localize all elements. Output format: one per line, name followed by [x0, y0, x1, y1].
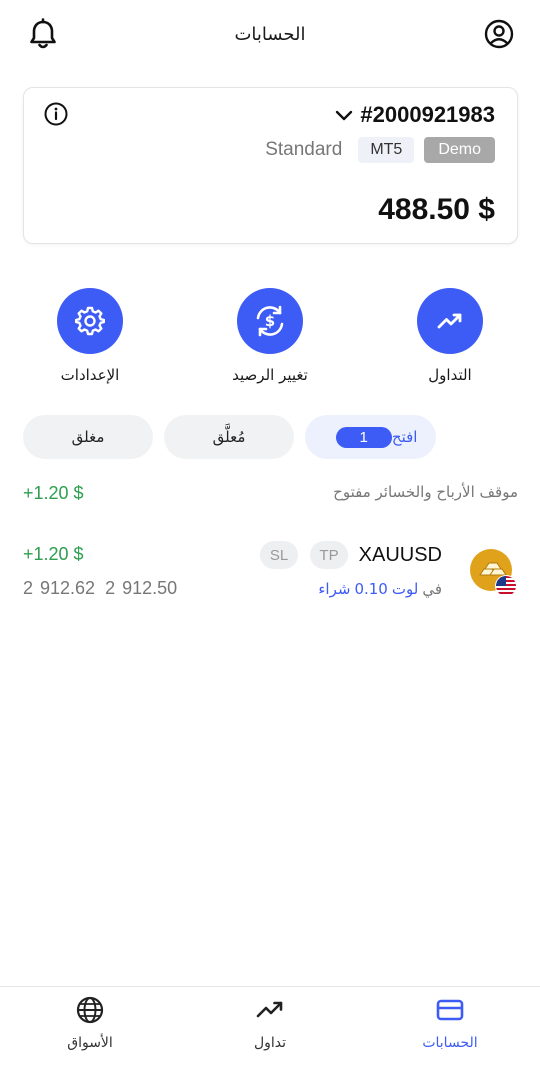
trade-action-button[interactable]: التداول [390, 288, 510, 384]
open-pnl-value: +1.20 $ [23, 483, 84, 503]
position-volume: 0.10 [354, 580, 388, 598]
open-pnl-label: موقف الأرباح والخسائر مفتوح [333, 483, 518, 501]
tab-trade-label: تداول [253, 1035, 287, 1051]
gold-bars-icon [470, 548, 518, 598]
open-pnl-summary: موقف الأرباح والخسائر مفتوح +1.20 $ [23, 483, 518, 507]
card-icon [435, 995, 465, 1025]
position-symbol: XAUUSD [358, 544, 442, 566]
tab-markets-label: الأسواق [67, 1035, 113, 1051]
tp-badge[interactable]: TP [310, 541, 348, 569]
globe-icon [75, 995, 105, 1025]
page-title: الحسابات [234, 24, 306, 45]
tab-accounts-label: الحسابات [422, 1035, 478, 1051]
tab-accounts[interactable]: الحسابات [390, 995, 510, 1051]
dollar-exchange-icon[interactable]: $ [237, 288, 303, 354]
open-price: 2 912.50 [105, 578, 178, 598]
position-prices: 2 912.62 2 912.50 [23, 578, 177, 599]
gear-icon[interactable] [57, 288, 123, 354]
chevron-down-icon[interactable] [334, 105, 354, 125]
change-balance-button[interactable]: $ تغيير الرصيد [210, 288, 330, 384]
trending-up-icon [255, 995, 285, 1025]
position-details: شراء 0.10 لوت في [318, 580, 442, 598]
position-pnl: +1.20 $ [23, 544, 84, 564]
position-unit: لوت [391, 580, 419, 598]
account-selector[interactable]: #2000921983 [334, 102, 495, 128]
platform-badge: MT5 [358, 137, 415, 163]
sl-badge[interactable]: SL [260, 541, 298, 569]
account-tags: Standard MT5 Demo [265, 137, 495, 163]
tab-pending-orders[interactable]: مُعلَّق [164, 415, 294, 459]
settings-label: الإعدادات [60, 366, 120, 384]
position-side: شراء [318, 580, 351, 598]
trade-action-label: التداول [428, 366, 472, 384]
us-flag-icon [495, 575, 517, 597]
tab-trade[interactable]: تداول [210, 995, 330, 1051]
list-item[interactable]: XAUUSD TP SL +1.20 $ شراء 0.10 لوت في 2 … [23, 538, 518, 608]
tab-open-positions[interactable]: 1 افتح [305, 415, 436, 459]
current-price: 2 912.62 [23, 578, 96, 598]
account-balance: 488.50 $ [378, 193, 495, 226]
user-circle-icon[interactable] [484, 19, 514, 49]
tab-open-label: افتح [391, 428, 418, 446]
tab-closed-label: مغلق [71, 428, 105, 446]
account-number: #2000921983 [360, 102, 495, 127]
settings-button[interactable]: الإعدادات [30, 288, 150, 384]
account-type: Standard [265, 139, 343, 160]
app-header: الحسابات [0, 0, 540, 72]
tab-markets[interactable]: الأسواق [30, 995, 150, 1051]
account-card[interactable]: #2000921983 Standard MT5 Demo 488.50 $ [23, 87, 518, 244]
trending-up-icon[interactable] [417, 288, 483, 354]
tab-closed-positions[interactable]: مغلق [23, 415, 153, 459]
open-count-badge: 1 [335, 426, 392, 448]
bottom-tab-bar: الحسابات تداول الأسواق [0, 986, 540, 1080]
info-icon[interactable] [44, 102, 68, 126]
svg-text:$: $ [265, 312, 275, 330]
tab-pending-label: مُعلَّق [212, 428, 246, 446]
change-balance-label: تغيير الرصيد [232, 366, 308, 384]
position-in-word: في [422, 580, 442, 598]
demo-badge: Demo [424, 137, 495, 163]
